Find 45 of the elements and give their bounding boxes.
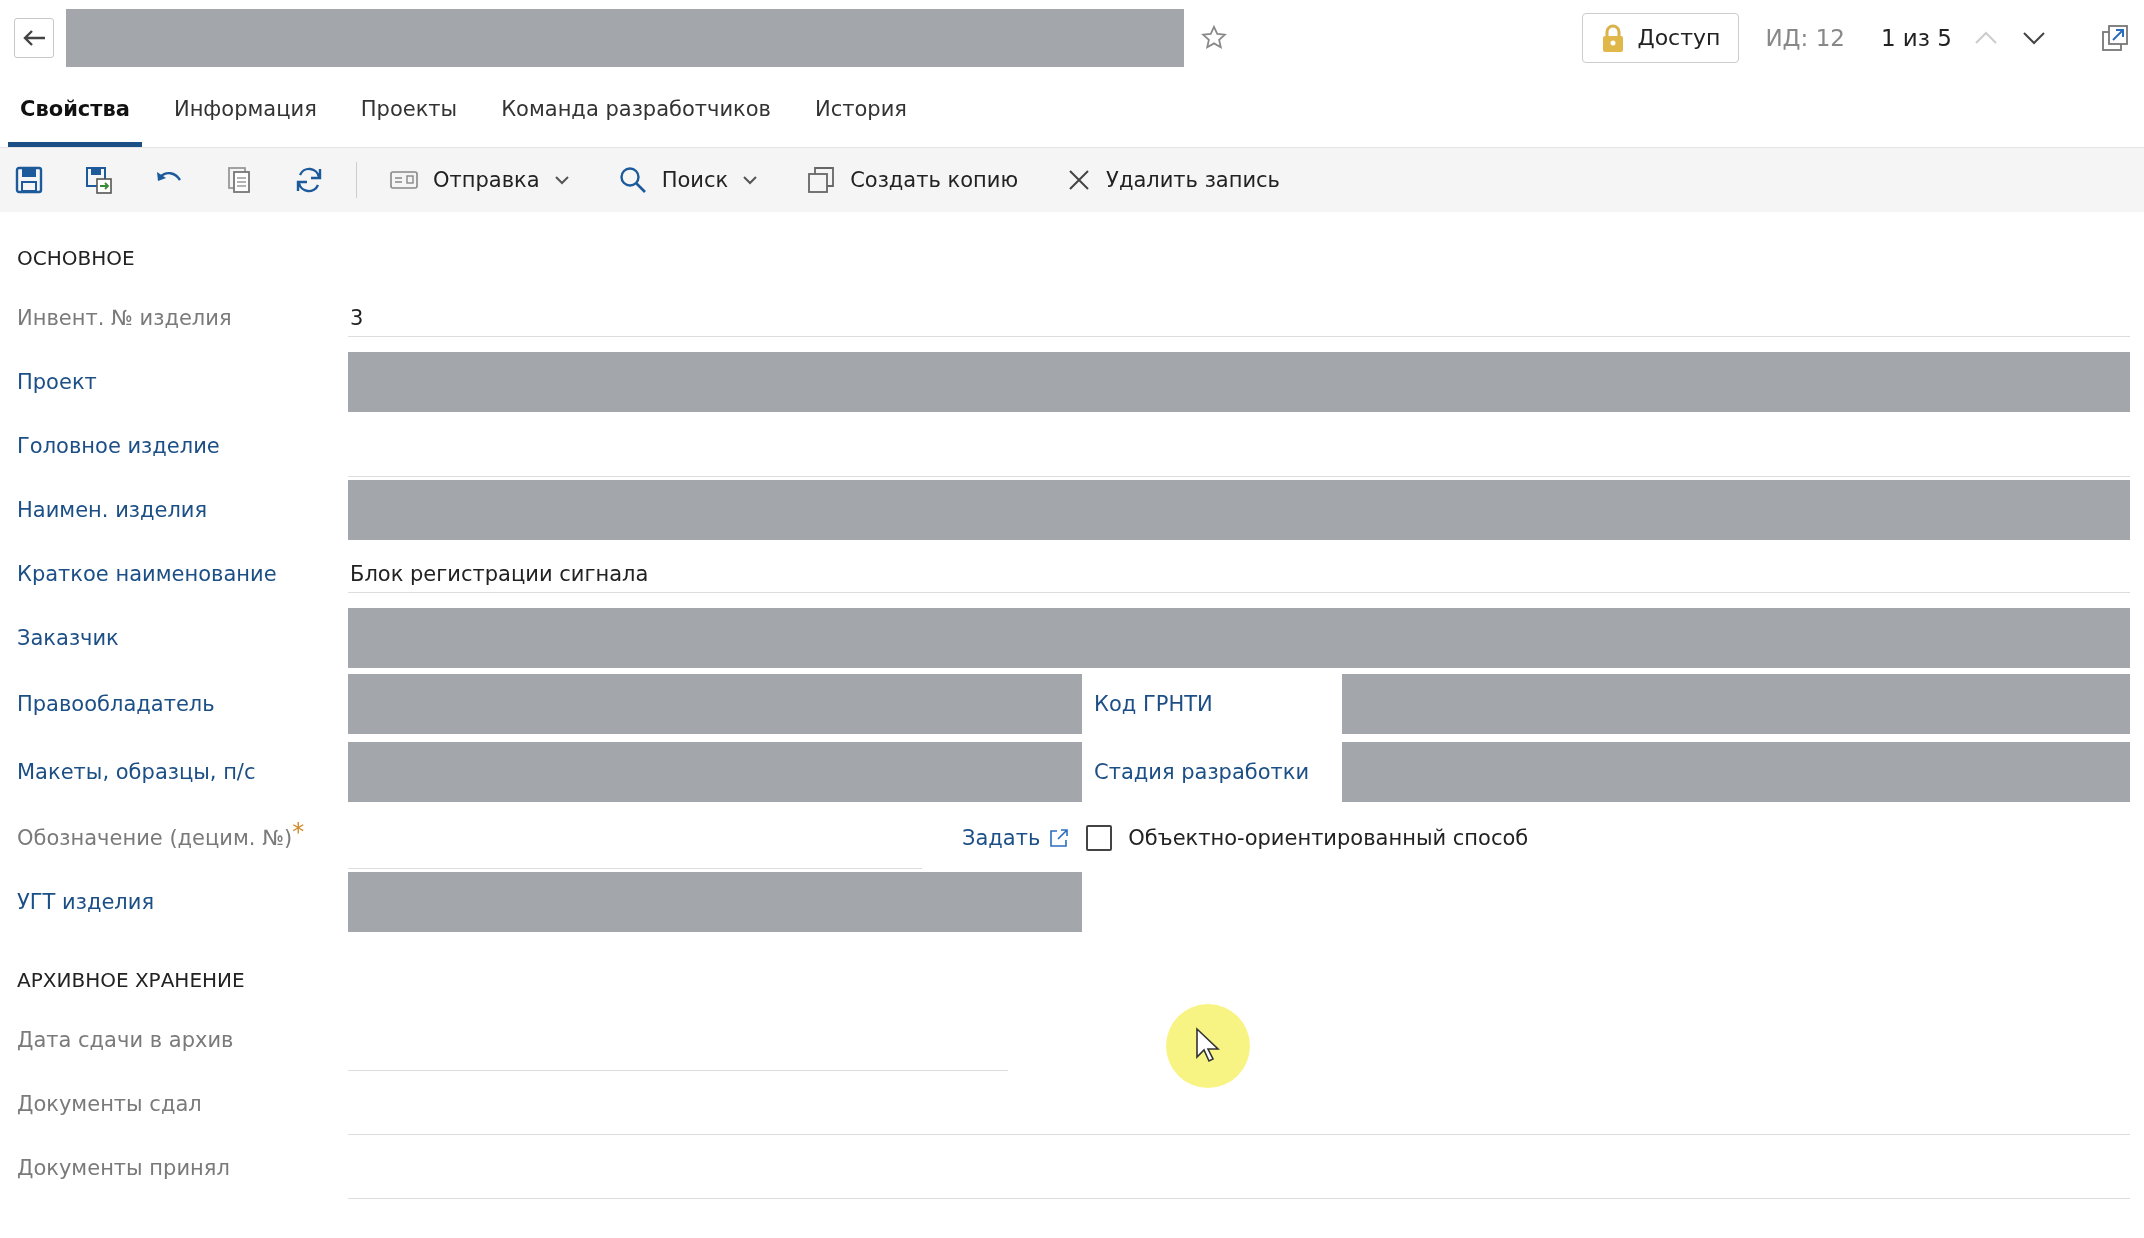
- required-mark: *: [292, 818, 305, 846]
- field-label: Обозначение (децим. №): [17, 826, 293, 850]
- back-button[interactable]: [14, 17, 54, 58]
- open-external-icon[interactable]: [2100, 22, 2130, 53]
- checkbox[interactable]: [1086, 825, 1113, 851]
- field-value[interactable]: Блок регистрации сигнала: [348, 555, 2130, 593]
- toolbar-button[interactable]: Удалить запись: [1066, 167, 1280, 193]
- field-value[interactable]: 3: [348, 299, 2130, 337]
- record-id: ИД: 12: [1765, 24, 1845, 51]
- field-label: Дата сдачи в архив: [17, 1028, 234, 1052]
- tab[interactable]: История: [803, 75, 919, 147]
- tab[interactable]: Команда разработчиков: [489, 75, 783, 147]
- checkbox-label: Объектно-ориентированный способ: [1128, 826, 1529, 850]
- external-link-icon[interactable]: [1048, 827, 1071, 849]
- back-arrow-icon: [21, 27, 47, 48]
- field-label[interactable]: Краткое наименование: [17, 562, 277, 586]
- field-label: Документы сдал: [17, 1092, 202, 1116]
- section-heading: ОСНОВНОЕ: [17, 245, 136, 272]
- refresh-icon[interactable]: [294, 165, 324, 195]
- search-icon: [617, 165, 648, 195]
- field-label[interactable]: Головное изделие: [17, 434, 220, 458]
- field-label[interactable]: Наимен. изделия: [17, 498, 208, 522]
- section-heading: АРХИВНОЕ ХРАНЕНИЕ: [17, 967, 246, 994]
- field-label[interactable]: Макеты, образцы, п/с: [17, 760, 256, 784]
- field-label[interactable]: Правообладатель: [17, 692, 215, 716]
- tab[interactable]: Информация: [161, 75, 329, 147]
- record-pager: 1 из 5: [1880, 24, 1952, 51]
- field-label[interactable]: Проект: [17, 370, 97, 394]
- field-label[interactable]: Заказчик: [17, 626, 119, 650]
- save-as-icon[interactable]: [84, 165, 114, 195]
- star-icon[interactable]: [1200, 23, 1228, 52]
- tab[interactable]: Проекты: [348, 75, 470, 147]
- access-button[interactable]: Доступ: [1582, 12, 1740, 63]
- field-label[interactable]: УГТ изделия: [17, 890, 155, 914]
- save-icon[interactable]: [14, 165, 44, 195]
- duplicate-icon: [806, 165, 837, 195]
- toolbar-button[interactable]: Отправка: [389, 168, 570, 192]
- toolbar-button[interactable]: Поиск: [617, 165, 759, 195]
- lock-icon: [1601, 22, 1626, 53]
- field-label[interactable]: Код ГРНТИ: [1094, 692, 1342, 716]
- field-label: Инвент. № изделия: [17, 306, 232, 330]
- field-label: Документы принял: [17, 1156, 230, 1180]
- toolbar-button[interactable]: Создать копию: [806, 165, 1019, 195]
- set-link[interactable]: Задать: [962, 826, 1041, 850]
- field-label[interactable]: Стадия разработки: [1094, 760, 1342, 784]
